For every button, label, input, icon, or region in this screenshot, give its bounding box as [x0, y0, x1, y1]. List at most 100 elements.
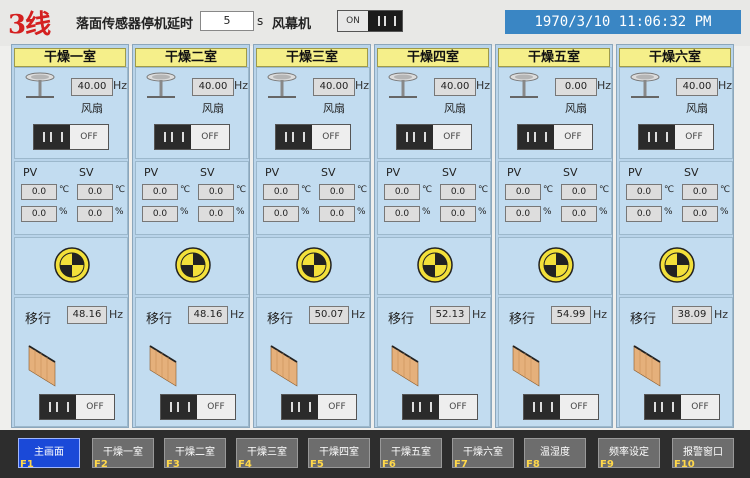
move-label: 移行 — [388, 312, 415, 327]
datetime-display: 1970/3/10 11:06:32 PM — [505, 10, 741, 34]
fan-frequency-value[interactable]: 40.00 — [434, 78, 476, 96]
function-key-number: F4 — [238, 459, 252, 470]
celsius-unit: ℃ — [115, 185, 126, 195]
toggle-grip-icon — [527, 132, 547, 142]
conveyor-section: 移行 54.99 Hz OFF — [498, 297, 612, 427]
fan-toggle[interactable]: OFF — [154, 124, 230, 150]
pv-temperature-value: 0.0 — [263, 184, 299, 200]
fan-frequency-value[interactable]: 40.00 — [676, 78, 718, 96]
conveyor-toggle[interactable]: OFF — [523, 394, 599, 420]
fan-frequency-unit: Hz — [476, 79, 491, 92]
sv-temperature-input[interactable]: 0.0 — [198, 184, 234, 200]
celsius-unit: ℃ — [599, 185, 610, 195]
move-frequency-value[interactable]: 52.13 — [430, 306, 470, 324]
conveyor-toggle[interactable]: OFF — [160, 394, 236, 420]
fan-frequency-value[interactable]: 40.00 — [313, 78, 355, 96]
percent-unit: % — [664, 207, 673, 217]
move-frequency-unit: Hz — [472, 308, 487, 321]
conveyor-belt-icon — [511, 340, 541, 388]
toggle-grip-icon — [291, 402, 311, 412]
sensor-delay-unit: s — [257, 14, 264, 28]
fan-frequency-value[interactable]: 40.00 — [71, 78, 113, 96]
pv-temperature-value: 0.0 — [626, 184, 662, 200]
sv-temperature-input[interactable]: 0.0 — [682, 184, 718, 200]
pv-label: PV — [144, 166, 159, 179]
room-panel: 干燥三室 40.00 Hz 风扇 OFF PV SV 0.0 ℃ 0.0 ℃ 0.0% 0.0% 移行 50… — [253, 44, 371, 428]
move-frequency-value[interactable]: 38.09 — [672, 306, 712, 324]
sv-label: SV — [684, 166, 699, 179]
conveyor-toggle[interactable]: OFF — [39, 394, 115, 420]
status-section — [377, 237, 491, 295]
status-indicator-icon — [174, 246, 212, 284]
function-key-number: F9 — [600, 459, 614, 470]
fan-label: 风扇 — [323, 102, 345, 115]
fan-frequency-value[interactable]: 0.00 — [555, 78, 597, 96]
function-key-number: F3 — [166, 459, 180, 470]
celsius-unit: ℃ — [301, 185, 312, 195]
toggle-off-label: OFF — [560, 395, 598, 419]
percent-unit: % — [357, 207, 366, 217]
sv-temperature-input[interactable]: 0.0 — [77, 184, 113, 200]
fan-frequency-unit: Hz — [355, 79, 370, 92]
move-frequency-value[interactable]: 54.99 — [551, 306, 591, 324]
move-frequency-unit: Hz — [109, 308, 124, 321]
conveyor-section: 移行 48.16 Hz OFF — [14, 297, 128, 427]
toggle-grip-icon — [285, 132, 305, 142]
air-curtain-on-label: ON — [338, 11, 368, 31]
status-indicator-icon — [416, 246, 454, 284]
sv-temperature-input[interactable]: 0.0 — [319, 184, 355, 200]
sensor-delay-input[interactable]: 5 — [200, 11, 254, 31]
sv-humidity-input[interactable]: 0.0 — [319, 206, 355, 222]
function-key-number: F8 — [526, 459, 540, 470]
toggle-off-label: OFF — [318, 395, 356, 419]
room-title: 干燥四室 — [377, 48, 489, 67]
pv-temperature-value: 0.0 — [384, 184, 420, 200]
sv-humidity-input[interactable]: 0.0 — [440, 206, 476, 222]
room-panel: 干燥五室 0.00 Hz 风扇 OFF PV SV 0.0 ℃ 0.0 ℃ 0.0% 0.0% 移行 54.… — [495, 44, 613, 428]
room-panel: 干燥四室 40.00 Hz 风扇 OFF PV SV 0.0 ℃ 0.0 ℃ 0.0% 0.0% 移行 52… — [374, 44, 492, 428]
status-indicator-icon — [295, 246, 333, 284]
toggle-grip-icon — [49, 402, 69, 412]
pv-humidity-value: 0.0 — [505, 206, 541, 222]
status-section — [135, 237, 249, 295]
fan-toggle[interactable]: OFF — [517, 124, 593, 150]
fan-toggle[interactable]: OFF — [638, 124, 714, 150]
conveyor-toggle[interactable]: OFF — [402, 394, 478, 420]
sv-temperature-input[interactable]: 0.0 — [440, 184, 476, 200]
sv-humidity-input[interactable]: 0.0 — [561, 206, 597, 222]
conveyor-belt-icon — [269, 340, 299, 388]
conveyor-toggle[interactable]: OFF — [281, 394, 357, 420]
sv-humidity-input[interactable]: 0.0 — [77, 206, 113, 222]
fan-frequency-value[interactable]: 40.00 — [192, 78, 234, 96]
pv-label: PV — [628, 166, 643, 179]
fan-label: 风扇 — [202, 102, 224, 115]
status-section — [619, 237, 733, 295]
sv-humidity-input[interactable]: 0.0 — [682, 206, 718, 222]
sv-temperature-input[interactable]: 0.0 — [561, 184, 597, 200]
sv-label: SV — [79, 166, 94, 179]
toggle-off-label: OFF — [191, 125, 229, 149]
move-frequency-value[interactable]: 48.16 — [188, 306, 228, 324]
fan-toggle[interactable]: OFF — [275, 124, 351, 150]
air-curtain-toggle[interactable]: ON — [337, 10, 403, 32]
conveyor-toggle[interactable]: OFF — [644, 394, 720, 420]
temperature-humidity-section: PV SV 0.0 ℃ 0.0 ℃ 0.0% 0.0% — [498, 161, 612, 235]
celsius-unit: ℃ — [543, 185, 554, 195]
conveyor-section: 移行 48.16 Hz OFF — [135, 297, 249, 427]
fan-section: 40.00 Hz 风扇 OFF — [377, 67, 491, 159]
sv-label: SV — [200, 166, 215, 179]
fan-section: 40.00 Hz 风扇 OFF — [14, 67, 128, 159]
fan-toggle[interactable]: OFF — [33, 124, 109, 150]
toggle-off-label: OFF — [433, 125, 471, 149]
fan-toggle[interactable]: OFF — [396, 124, 472, 150]
sv-humidity-input[interactable]: 0.0 — [198, 206, 234, 222]
function-key-number: F10 — [674, 459, 695, 470]
fan-label: 风扇 — [686, 102, 708, 115]
toggle-off-label: OFF — [675, 125, 713, 149]
move-frequency-value[interactable]: 50.07 — [309, 306, 349, 324]
move-frequency-value[interactable]: 48.16 — [67, 306, 107, 324]
celsius-unit: ℃ — [422, 185, 433, 195]
toggle-off-label: OFF — [70, 125, 108, 149]
percent-unit: % — [478, 207, 487, 217]
status-indicator-icon — [537, 246, 575, 284]
